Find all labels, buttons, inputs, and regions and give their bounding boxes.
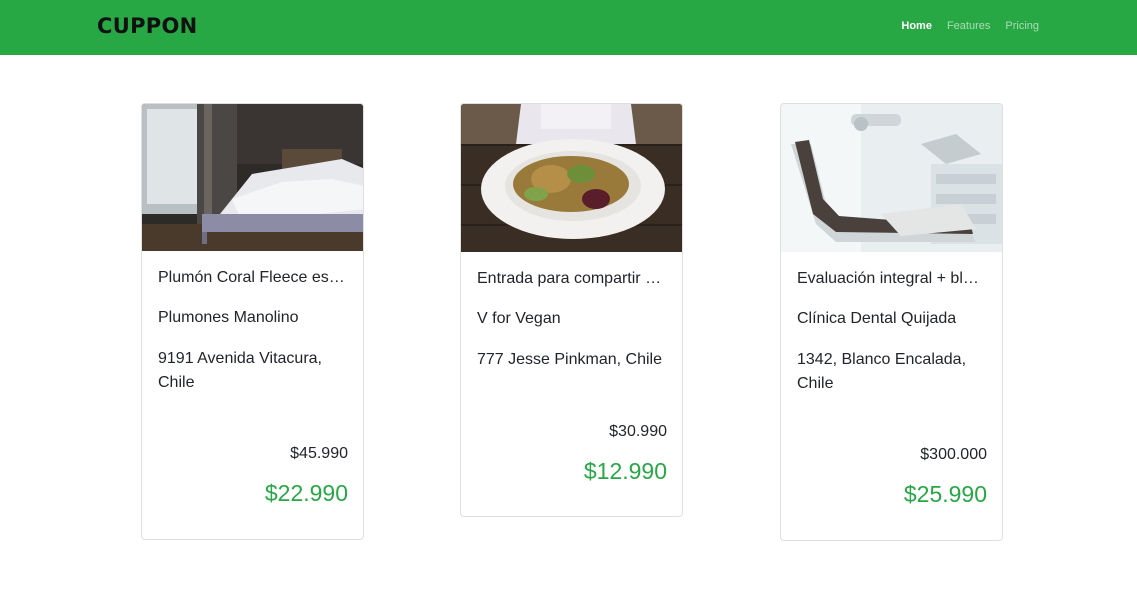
card-body: Entrada para compartir +… V for Vegan 77…	[461, 252, 682, 372]
nav-link-features[interactable]: Features	[947, 20, 990, 32]
merchant-name: Clínica Dental Quijada	[797, 310, 957, 327]
original-price: $30.990	[609, 423, 667, 440]
brand-logo[interactable]: CUPPON	[97, 14, 197, 38]
price-block: $30.990 $12.990	[584, 422, 667, 484]
price-block: $300.000 $25.990	[904, 445, 987, 507]
discount-price: $22.990	[264, 480, 348, 506]
nav-links: Home Features Pricing	[901, 20, 1039, 32]
discount-price: $25.990	[903, 481, 987, 507]
original-price: $300.000	[920, 446, 987, 463]
deal-card[interactable]: Entrada para compartir +… V for Vegan 77…	[460, 103, 683, 517]
discount-price: $12.990	[583, 458, 667, 484]
deal-title: Entrada para compartir +…	[477, 270, 667, 287]
deal-card[interactable]: Evaluación integral + bla… Clínica Denta…	[780, 103, 1003, 541]
merchant-address: 777 Jesse Pinkman, Chile	[477, 351, 662, 368]
deal-card[interactable]: Plumón Coral Fleece est… Plumones Manoli…	[141, 103, 364, 540]
nav-link-home[interactable]: Home	[901, 20, 932, 32]
card-body: Plumón Coral Fleece est… Plumones Manoli…	[142, 251, 363, 395]
merchant-name: Plumones Manolino	[158, 309, 299, 326]
nav-link-pricing[interactable]: Pricing	[1005, 20, 1039, 32]
salad-plate-photo	[461, 104, 682, 252]
merchant-address: 1342, Blanco Encalada, Chile	[797, 351, 967, 392]
original-price: $45.990	[290, 445, 348, 462]
deal-title: Plumón Coral Fleece est…	[158, 269, 348, 286]
merchant-address: 9191 Avenida Vitacura, Chile	[158, 350, 322, 391]
merchant-name: V for Vegan	[477, 310, 561, 327]
top-navbar: CUPPON Home Features Pricing	[0, 0, 1137, 55]
price-block: $45.990 $22.990	[265, 444, 348, 506]
dental-chair-photo	[781, 104, 1002, 252]
bedroom-photo	[142, 104, 363, 251]
card-body: Evaluación integral + bla… Clínica Denta…	[781, 252, 1002, 396]
deal-title: Evaluación integral + bla…	[797, 270, 987, 287]
